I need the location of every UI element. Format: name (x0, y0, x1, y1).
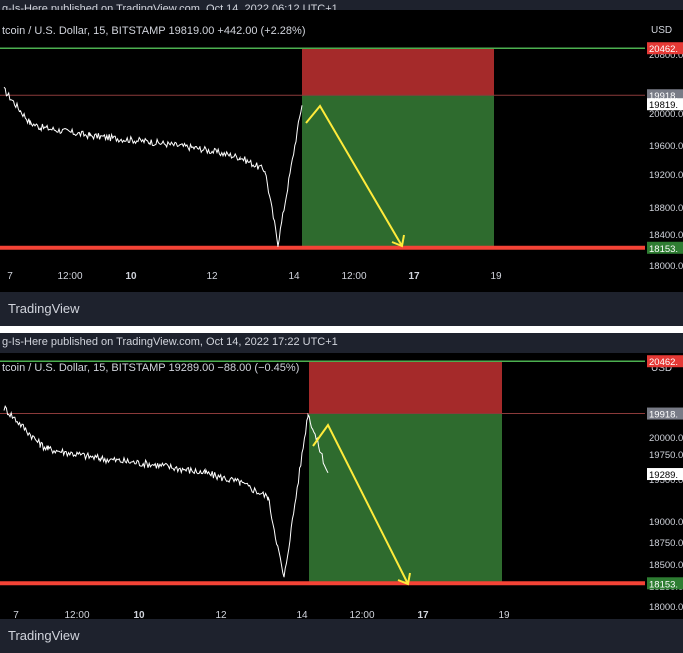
tradingview-brand-2: TradingView (8, 628, 80, 643)
y-tick-label: 19000.0 (649, 517, 683, 528)
y-tick-label: 18000.0 (649, 602, 683, 613)
y-tick-label: 18500.0 (649, 560, 683, 571)
x-tick-label: 7 (13, 610, 19, 619)
symbol-info: tcoin / U.S. Dollar, 15, BITSTAMP 19289.… (2, 362, 299, 374)
take-profit-zone (309, 413, 502, 584)
stop-loss-zone (309, 361, 502, 414)
publish-bar-2: g-Is-Here published on TradingView.com, … (0, 333, 683, 355)
x-tick-label: 12:00 (349, 610, 374, 619)
price-label: 18153. (649, 579, 678, 590)
price-label: 19819. (649, 100, 678, 111)
x-tick-label: 12:00 (341, 271, 366, 282)
x-tick-label: 7 (7, 271, 13, 282)
x-tick-label: 12 (215, 610, 227, 619)
x-tick-label: 14 (288, 271, 300, 282)
price-series-line (3, 86, 303, 247)
y-tick-label: 19600.0 (649, 141, 683, 152)
x-tick-label: 17 (417, 610, 429, 619)
y-tick-label: 18750.0 (649, 538, 683, 549)
publish-info-2: g-Is-Here published on TradingView.com, … (2, 336, 338, 348)
x-tick-label: 19 (498, 610, 510, 619)
x-tick-label: 14 (296, 610, 308, 619)
price-label: 20462. (649, 357, 678, 368)
take-profit-zone (302, 95, 494, 248)
x-tick-label: 12 (206, 271, 218, 282)
footer-bar-1: TradingView (0, 292, 683, 326)
x-tick-label: 12:00 (64, 610, 89, 619)
y-tick-label: 19200.0 (649, 170, 683, 181)
x-tick-label: 12:00 (57, 271, 82, 282)
footer-bar-2: TradingView (0, 619, 683, 653)
y-tick-label: 18400.0 (649, 230, 683, 241)
x-tick-label: 10 (125, 271, 137, 282)
currency-label: USD (651, 25, 672, 36)
price-chart-svg-2[interactable]: tcoin / U.S. Dollar, 15, BITSTAMP 19289.… (0, 353, 683, 619)
x-tick-label: 19 (490, 271, 502, 282)
stop-loss-zone (302, 48, 494, 96)
price-label: 20462. (649, 44, 678, 55)
price-label: 19289. (649, 470, 678, 481)
tradingview-brand-1: TradingView (8, 301, 80, 316)
x-tick-label: 17 (408, 271, 420, 282)
x-tick-label: 10 (133, 610, 145, 619)
y-tick-label: 19750.0 (649, 450, 683, 461)
chart-panel-1[interactable]: tcoin / U.S. Dollar, 15, BITSTAMP 19819.… (0, 10, 683, 292)
y-tick-label: 20000.0 (649, 433, 683, 444)
symbol-info: tcoin / U.S. Dollar, 15, BITSTAMP 19819.… (2, 25, 305, 37)
price-series-line (3, 404, 329, 578)
chart-panel-2[interactable]: tcoin / U.S. Dollar, 15, BITSTAMP 19289.… (0, 353, 683, 619)
y-tick-label: 18000.0 (649, 261, 683, 272)
price-label: 18153. (649, 244, 678, 255)
y-tick-label: 18800.0 (649, 203, 683, 214)
price-label: 19918. (649, 410, 678, 421)
price-chart-svg-1[interactable]: tcoin / U.S. Dollar, 15, BITSTAMP 19819.… (0, 10, 683, 292)
